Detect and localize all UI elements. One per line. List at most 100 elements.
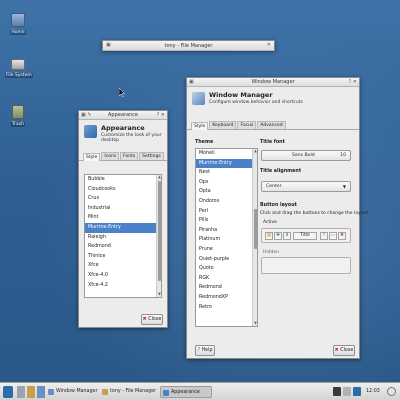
appearance-icon — [84, 125, 97, 138]
list-item[interactable]: Quoto — [196, 264, 257, 274]
volume-icon[interactable] — [343, 387, 351, 396]
list-item[interactable]: Pills — [196, 216, 257, 226]
tab-style[interactable]: Style — [83, 153, 101, 161]
window-title: Appearance — [107, 112, 139, 118]
power-icon[interactable] — [387, 387, 396, 396]
tab-fonts[interactable]: Fonts — [120, 152, 139, 160]
window-menu-icon[interactable]: ▣ ✎ — [81, 111, 92, 120]
button-layout-hint: Click and drag the buttons to change the… — [260, 211, 369, 216]
help-icon: ? — [197, 348, 201, 353]
list-item[interactable]: Ondoros — [196, 197, 257, 207]
style-list-scrollbar[interactable]: ▲ ▼ — [156, 175, 161, 297]
tab-advanced[interactable]: Advanced — [257, 121, 286, 129]
list-item[interactable]: Moheli — [196, 149, 257, 159]
list-item[interactable]: Piranha — [196, 226, 257, 236]
help-button[interactable]: ? Help — [195, 345, 215, 356]
close-button[interactable]: ✖ Close — [141, 314, 163, 325]
list-item[interactable]: Cloudcooks — [85, 185, 161, 195]
list-item[interactable]: Retro — [196, 303, 257, 313]
appearance-titlebar[interactable]: ▣ ✎ Appearance ? ✕ — [79, 111, 167, 120]
hidden-label: Hidden — [263, 250, 279, 255]
list-item[interactable]: RGK — [196, 274, 257, 284]
titlebar-buttons[interactable]: ? ✕ — [349, 78, 357, 87]
theme-header: Theme — [195, 140, 214, 145]
close-icon: ✖ — [142, 317, 147, 322]
appearance-window[interactable]: ▣ ✎ Appearance ? ✕ Appearance Customize … — [78, 110, 168, 328]
desktop-icon-trash[interactable]: Trash — [5, 105, 31, 127]
task-window-manager[interactable]: Window Manager — [46, 386, 98, 398]
list-item[interactable]: Industrial — [85, 204, 161, 214]
appearance-task-icon — [163, 390, 169, 396]
scroll-thumb[interactable] — [158, 181, 161, 281]
shade-button-icon[interactable]: ⬇ — [283, 232, 291, 240]
list-item[interactable]: Raleigh — [85, 233, 161, 243]
minimize-button-icon[interactable]: ▭ — [329, 232, 337, 240]
list-item[interactable]: Ops — [196, 178, 257, 188]
stick-button-icon[interactable]: ✚ — [274, 232, 282, 240]
scroll-thumb[interactable] — [254, 209, 257, 249]
window-manager-titlebar[interactable]: ▣ Window Manager ? ✕ — [187, 78, 359, 87]
close-button-icon[interactable]: ✖ — [338, 232, 346, 240]
title-alignment-select[interactable]: Center ▼ — [261, 181, 351, 192]
list-item[interactable]: Opta — [196, 187, 257, 197]
list-item[interactable]: Murrine-Entry — [85, 222, 161, 233]
list-item[interactable]: Quiet-purple — [196, 255, 257, 265]
button-layout-label: Button layout — [260, 203, 297, 208]
list-item[interactable]: Xfce-4.0 — [85, 271, 161, 281]
list-item[interactable]: Xfce-4.2 — [85, 281, 161, 291]
chevron-down-icon: ▼ — [342, 184, 346, 189]
list-item[interactable]: Nest — [196, 168, 257, 178]
titlebar-buttons[interactable]: ? ✕ — [157, 111, 165, 120]
window-menu-icon[interactable]: ▣ — [189, 78, 194, 87]
list-item[interactable]: Prune — [196, 245, 257, 255]
list-item[interactable]: Thinice — [85, 252, 161, 262]
browser-launcher-icon[interactable] — [37, 386, 45, 398]
theme-list[interactable]: Moheli Murrine-Entry Nest Ops Opta Ondoros Per… — [195, 148, 258, 327]
help-button-icon[interactable]: ? — [320, 232, 328, 240]
list-item[interactable]: Platinum — [196, 235, 257, 245]
list-item[interactable]: Xfce — [85, 261, 161, 271]
list-item[interactable]: Perl — [196, 207, 257, 217]
list-item[interactable]: Murrine-Entry — [196, 158, 257, 169]
help-button-label: Help — [201, 348, 213, 353]
scroll-down-icon[interactable]: ▼ — [253, 321, 257, 326]
network-icon[interactable] — [333, 387, 341, 396]
terminal-launcher-icon[interactable] — [17, 386, 25, 398]
window-menu-icon[interactable]: ▣ — [106, 41, 111, 50]
list-item[interactable]: Mint — [85, 213, 161, 223]
task-file-manager[interactable]: tony - File Manager — [100, 386, 158, 398]
clock[interactable]: 12:03 — [366, 386, 380, 398]
desktop-icon-filesystem[interactable]: File System — [5, 59, 33, 78]
scroll-up-icon[interactable]: ▲ — [253, 149, 257, 154]
file-manager-titlebar[interactable]: ▣ tony - File Manager ✕ — [103, 41, 274, 51]
list-item[interactable]: Redmond — [85, 242, 161, 252]
tab-icons[interactable]: Icons — [101, 152, 120, 160]
menu-button-icon[interactable]: ▤ — [265, 232, 273, 240]
list-item[interactable]: RedmondXP — [196, 293, 257, 303]
tab-style[interactable]: Style — [191, 122, 209, 130]
list-item[interactable]: Bubble — [85, 175, 161, 185]
list-item[interactable]: Redmond — [196, 283, 257, 293]
title-font-button[interactable]: Sans Bold 10 — [261, 150, 351, 161]
app-menu-icon[interactable] — [3, 386, 13, 398]
task-appearance[interactable]: Appearance — [160, 386, 212, 398]
style-list[interactable]: Bubble Cloudcooks Crux Industrial Mint Murrin… — [84, 174, 162, 298]
scroll-down-icon[interactable]: ▼ — [157, 292, 161, 297]
window-manager-window[interactable]: ▣ Window Manager ? ✕ Window Manager Conf… — [186, 77, 368, 359]
file-manager-window[interactable]: ▣ tony - File Manager ✕ — [102, 40, 275, 51]
tab-settings[interactable]: Settings — [139, 152, 164, 160]
desktop-icon-home[interactable]: Home — [5, 13, 31, 35]
close-button[interactable]: ✖ Close — [333, 345, 355, 356]
tab-focus[interactable]: Focus — [237, 121, 257, 129]
close-icon[interactable]: ✕ — [267, 41, 271, 50]
window-title: Window Manager — [251, 79, 295, 85]
list-item[interactable]: Crux — [85, 194, 161, 204]
theme-list-scrollbar[interactable]: ▲ ▼ — [252, 149, 257, 326]
title-font-name: Sans Bold — [292, 153, 315, 158]
folder-launcher-icon[interactable] — [27, 386, 35, 398]
file-manager-task-icon — [102, 389, 108, 395]
updates-icon[interactable] — [353, 387, 361, 396]
scroll-up-icon[interactable]: ▲ — [157, 175, 161, 180]
tab-keyboard[interactable]: Keyboard — [209, 121, 237, 129]
title-button[interactable]: Title — [293, 232, 317, 240]
